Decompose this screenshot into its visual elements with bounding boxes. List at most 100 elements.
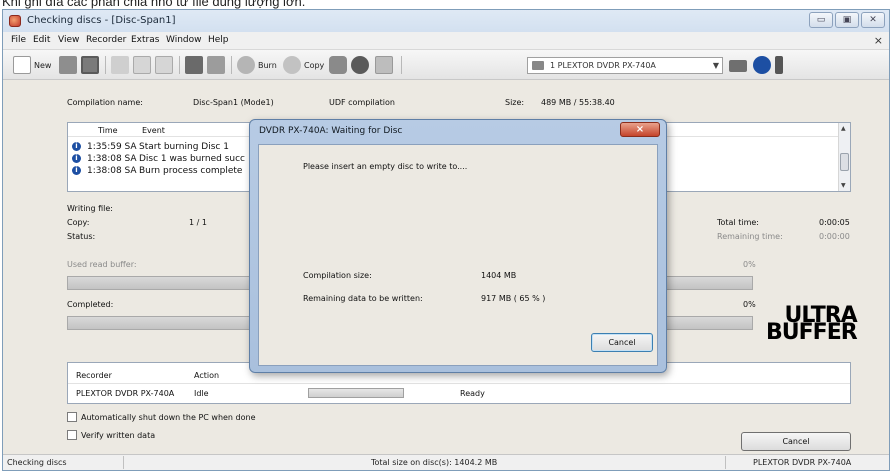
event-list-scrollbar[interactable]: ▲ ▼ [838, 123, 850, 191]
completed-label: Completed: [67, 300, 114, 309]
scroll-down-icon[interactable]: ▼ [841, 182, 846, 189]
app-icon [9, 15, 21, 27]
checkbox-box [67, 412, 77, 422]
verify-checkbox-label: Verify written data [81, 430, 156, 440]
status-right: PLEXTOR DVDR PX-740A [753, 458, 852, 467]
disc-button[interactable] [351, 55, 369, 75]
dialog-message: Please insert an empty disc to write to.… [303, 162, 468, 171]
copy-label: Copy: [67, 218, 90, 227]
copy-disc-label: Copy [304, 60, 325, 70]
compilation-size-value: 1404 MB [481, 271, 517, 280]
col-action: Action [194, 371, 220, 380]
menu-extras[interactable]: Extras [131, 35, 159, 45]
monitor-button[interactable] [729, 55, 747, 75]
status-label: Status: [67, 232, 96, 241]
drive-select-icon [532, 61, 544, 70]
cancel-button[interactable]: Cancel [741, 432, 851, 451]
remaining-time-label: Remaining time: [717, 232, 783, 241]
verify-checkbox[interactable]: Verify written data [67, 430, 155, 440]
drive-select-value: 1 PLEXTOR DVDR PX-740A [550, 61, 656, 70]
menu-window[interactable]: Window [166, 35, 202, 45]
event-text: Burn process complete [139, 165, 243, 176]
minimize-button[interactable]: ▭ [809, 12, 833, 28]
event-row: i 1:38:08 SA Burn process complete [72, 165, 242, 176]
maximize-button[interactable]: ▣ [835, 12, 859, 28]
chevron-down-icon: ▼ [712, 61, 719, 70]
new-label: New [34, 60, 52, 70]
compilation-name-label: Compilation name: [67, 98, 143, 107]
remaining-data-value: 917 MB ( 65 % ) [481, 294, 546, 303]
dialog-close-icon[interactable]: × [620, 122, 660, 137]
dialog-cancel-button[interactable]: Cancel [591, 333, 653, 352]
doc-icon [375, 56, 393, 74]
filter-icon [185, 56, 203, 74]
event-time: 1:35:59 SA [87, 141, 137, 152]
paste-button[interactable] [155, 55, 173, 75]
more-icon [775, 56, 783, 74]
event-row: i 1:35:59 SA Start burning Disc 1 [72, 141, 229, 152]
cut-icon [111, 56, 129, 74]
size-value: 489 MB / 55:38.40 [541, 98, 615, 107]
status-center: Total size on disc(s): 1404.2 MB [371, 458, 498, 467]
copy-disc-button[interactable]: Copy [283, 55, 324, 75]
toolbar: New Burn Copy 1 PLEXTOR DVDR PX-740A ▼ [3, 50, 889, 80]
drive-icon [329, 56, 347, 74]
waiting-for-disc-dialog: DVDR PX-740A: Waiting for Disc × Please … [249, 119, 667, 373]
cut-button[interactable] [111, 55, 129, 75]
new-button[interactable]: New [13, 55, 51, 75]
drive-select[interactable]: 1 PLEXTOR DVDR PX-740A ▼ [527, 57, 723, 74]
recorder-action: Idle [194, 389, 209, 398]
copy-disc-icon [283, 56, 301, 74]
event-row: i 1:38:08 SA Disc 1 was burned succ [72, 153, 245, 164]
close-button[interactable]: ✕ [861, 12, 885, 28]
scroll-up-icon[interactable]: ▲ [841, 125, 846, 132]
open-icon [59, 56, 77, 74]
event-text: Start burning Disc 1 [139, 141, 229, 152]
shutdown-checkbox[interactable]: Automatically shut down the PC when done [67, 412, 256, 422]
copy-value: 1 / 1 [189, 218, 207, 227]
overlay-caption: Khi ghi đĩa các phần chia nhỏ từ file du… [2, 0, 306, 9]
total-time-value: 0:00:05 [819, 218, 850, 227]
col-time: Time [98, 126, 118, 135]
copy-button[interactable] [133, 55, 151, 75]
remaining-time-value: 0:00:00 [819, 232, 850, 241]
compilation-type: UDF compilation [329, 98, 395, 107]
menu-bar: File Edit View Recorder Extras Window He… [3, 32, 889, 50]
menu-file[interactable]: File [11, 35, 26, 45]
window-title: Checking discs - [Disc-Span1] [27, 15, 176, 26]
col-event: Event [142, 126, 165, 135]
burn-button[interactable]: Burn [237, 55, 277, 75]
new-icon [13, 56, 31, 74]
menu-recorder[interactable]: Recorder [86, 35, 126, 45]
remaining-data-label: Remaining data to be written: [303, 294, 423, 303]
drive-button[interactable] [329, 55, 347, 75]
open-button[interactable] [59, 55, 77, 75]
doc-button[interactable] [375, 55, 393, 75]
dialog-title: DVDR PX-740A: Waiting for Disc [259, 126, 403, 136]
checkbox-box [67, 430, 77, 440]
info-icon [753, 56, 771, 74]
ultrabuffer-logo: ULTRA BUFFER [766, 305, 858, 344]
status-bar: Checking discs Total size on disc(s): 14… [3, 454, 889, 470]
used-buffer-label: Used read buffer: [67, 260, 137, 269]
more-button[interactable] [775, 55, 783, 75]
scroll-thumb[interactable] [840, 153, 849, 171]
menu-view[interactable]: View [58, 35, 79, 45]
info-icon: i [72, 166, 81, 175]
recorder-name: PLEXTOR DVDR PX-740A [76, 389, 175, 398]
dialog-body: Please insert an empty disc to write to.… [258, 144, 658, 366]
compilation-name-value: Disc-Span1 (Mode1) [193, 98, 274, 107]
filter-button[interactable] [185, 55, 203, 75]
recorder-progress-bar [308, 388, 404, 398]
menu-edit[interactable]: Edit [33, 35, 50, 45]
save-button[interactable] [81, 55, 99, 75]
recorder-state: Ready [460, 389, 485, 398]
monitor-icon [729, 60, 747, 72]
col-recorder: Recorder [76, 371, 112, 380]
menu-help[interactable]: Help [208, 35, 229, 45]
paste-icon [155, 56, 173, 74]
mdi-close-icon[interactable]: × [874, 34, 883, 47]
info-button[interactable] [753, 55, 771, 75]
event-time: 1:38:08 SA [87, 153, 137, 164]
favorite-button[interactable] [207, 55, 225, 75]
